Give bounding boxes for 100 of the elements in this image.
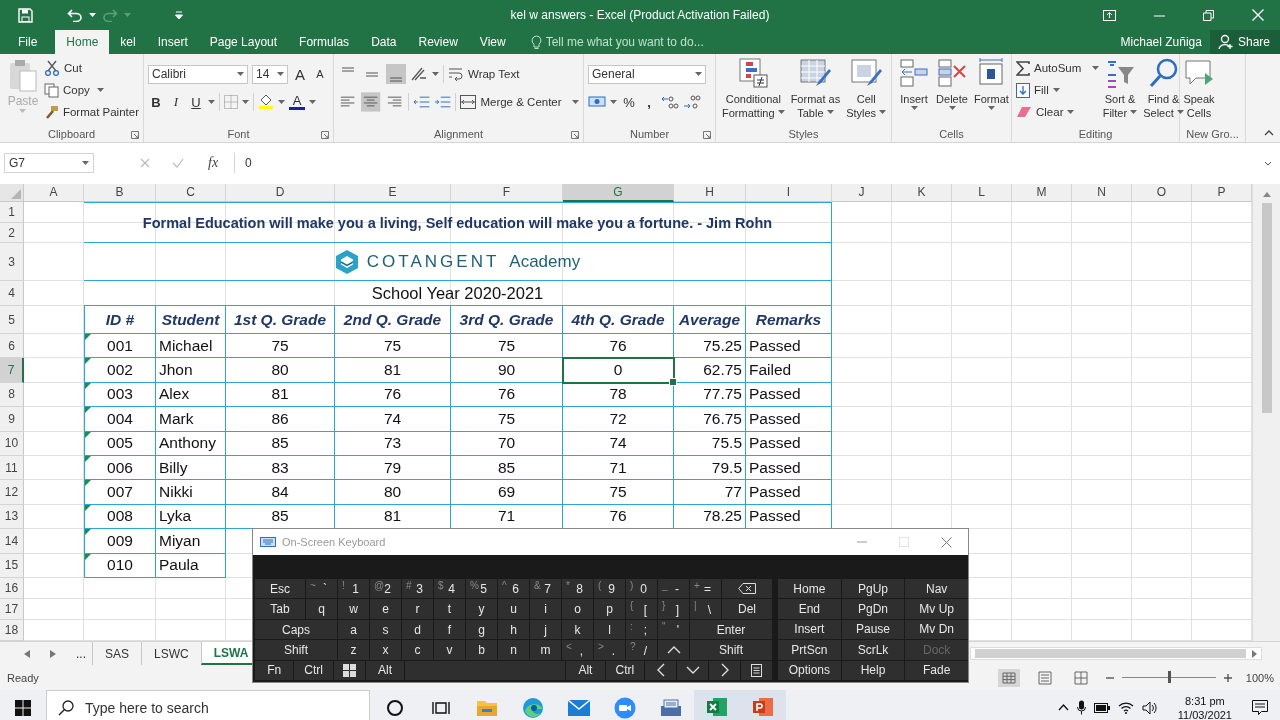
keyboard-key[interactable]: Alt	[365, 660, 405, 681]
ribbon-button[interactable]: Delete	[934, 57, 970, 126]
row-header[interactable]: 15	[0, 553, 24, 578]
keyboard-key[interactable]: _ -	[658, 579, 689, 599]
keyboard-key[interactable]: n	[498, 640, 529, 660]
column-header[interactable]: C	[156, 184, 226, 202]
column-header[interactable]: B	[84, 184, 156, 202]
keyboard-key[interactable]: * 8	[562, 579, 593, 599]
keyboard-key[interactable]: PrtScn	[778, 640, 841, 660]
keyboard-key[interactable]: t	[434, 599, 465, 619]
keyboard-key[interactable]: Esc	[255, 579, 305, 599]
row-header[interactable]: 5	[0, 306, 24, 334]
column-header[interactable]: I	[746, 184, 832, 202]
keyboard-key[interactable]: + =	[690, 579, 721, 599]
keyboard-key[interactable]: p	[594, 599, 625, 619]
row-header[interactable]: 18	[0, 619, 24, 641]
keyboard-key[interactable]: Help	[841, 660, 905, 680]
keyboard-key[interactable]: s	[370, 619, 401, 640]
clock-time[interactable]: 8:31 pm	[1185, 693, 1225, 708]
ribbon-button[interactable]: Insert	[896, 57, 932, 126]
column-header[interactable]: G	[563, 184, 674, 202]
column-header[interactable]: A	[24, 184, 84, 202]
keyboard-key[interactable]: u	[498, 599, 529, 619]
underline-button[interactable]: U	[188, 92, 204, 112]
ribbon-tab[interactable]: File	[0, 30, 56, 54]
clock-date[interactable]: 11/03/2021	[1177, 707, 1232, 720]
keyboard-key[interactable]: Options	[778, 660, 841, 680]
keyboard-key[interactable]: h	[498, 619, 529, 640]
ribbon-tab[interactable]: View	[468, 30, 517, 54]
keyboard-key[interactable]: ~ `	[306, 579, 337, 599]
keyboard-key[interactable]: w	[338, 599, 369, 619]
wrap-text-button[interactable]: Wrap Text	[448, 64, 520, 84]
keyboard-key[interactable]: Fade	[905, 660, 968, 680]
column-header[interactable]: H	[674, 184, 746, 202]
keyboard-key[interactable]: " '	[658, 619, 689, 640]
ribbon-tab[interactable]: Data	[360, 30, 408, 54]
keyboard-key[interactable]: j	[530, 619, 561, 640]
row-header[interactable]: 14	[0, 529, 24, 554]
keyboard-key[interactable]: c	[402, 640, 433, 660]
row-header[interactable]: 1	[0, 202, 24, 223]
keyboard-key[interactable]: Fn	[255, 660, 294, 681]
grow-font-button[interactable]: A	[292, 64, 308, 84]
ribbon-button[interactable]: Speak Cells	[1181, 57, 1217, 126]
keyboard-key[interactable]: %5	[466, 579, 497, 599]
tell-me-field[interactable]: Tell me what you want to do...	[545, 35, 736, 49]
keyboard-key[interactable]: Mv Dn	[905, 619, 968, 640]
row-header[interactable]: 3	[0, 243, 24, 281]
column-header[interactable]: J	[832, 184, 892, 202]
keyboard-key[interactable]: PgDn	[841, 599, 905, 619]
row-header[interactable]: 9	[0, 407, 24, 432]
ribbon-button[interactable]: Format as Table	[788, 57, 843, 126]
row-header[interactable]: 10	[0, 431, 24, 456]
keyboard-key[interactable]: PgUp	[841, 579, 905, 599]
zoom-level[interactable]: 100%	[1245, 671, 1274, 684]
keyboard-key[interactable]: Pause	[841, 619, 905, 640]
keyboard-key[interactable]: Caps	[255, 619, 337, 640]
column-header[interactable]: M	[1012, 184, 1072, 202]
keyboard-key[interactable]: ! 1	[338, 579, 369, 599]
keyboard-key[interactable]: g	[466, 619, 497, 640]
keyboard-key[interactable]: | \	[690, 599, 721, 619]
ribbon-tab[interactable]: Insert	[146, 30, 199, 54]
keyboard-key[interactable]: k	[562, 619, 593, 640]
column-header[interactable]: K	[892, 184, 952, 202]
shrink-font-button[interactable]: A	[312, 64, 328, 84]
row-header[interactable]: 8	[0, 382, 24, 408]
keyboard-key[interactable]: v	[434, 640, 465, 660]
keyboard-key[interactable]: i	[530, 599, 561, 619]
bold-button[interactable]: B	[148, 92, 164, 112]
keyboard-key[interactable]: Ctrl	[605, 660, 645, 681]
keyboard-key[interactable]: q	[306, 599, 337, 619]
clear-button[interactable]: Clear	[1016, 102, 1099, 122]
ribbon-tab[interactable]: Page Layout	[198, 30, 289, 54]
keyboard-key[interactable]: l	[594, 619, 625, 640]
column-header[interactable]: F	[451, 184, 563, 202]
keyboard-key[interactable]: Enter	[690, 619, 772, 640]
keyboard-key[interactable]: & 7	[530, 579, 561, 599]
keyboard-key[interactable]: m	[530, 640, 561, 660]
merge-center-button[interactable]: Merge & Center	[460, 92, 579, 112]
percent-button[interactable]: %	[621, 92, 637, 112]
more-sheets-button[interactable]: ...	[70, 642, 92, 665]
keyboard-key[interactable]: Home	[778, 579, 841, 599]
keyboard-key[interactable]: } ]	[658, 599, 689, 619]
ribbon-tab[interactable]: kel	[109, 30, 147, 54]
name-box[interactable]: G7	[4, 153, 94, 173]
keyboard-key[interactable]: Tab	[255, 599, 305, 619]
ribbon-tab[interactable]: Review	[407, 30, 469, 54]
keyboard-key[interactable]: y	[466, 599, 497, 619]
column-header[interactable]: D	[226, 184, 335, 202]
column-header[interactable]: N	[1072, 184, 1132, 202]
keyboard-key[interactable]: End	[778, 599, 841, 619]
keyboard-key[interactable]: b	[466, 640, 497, 660]
keyboard-key[interactable]: { [	[626, 599, 657, 619]
ribbon-button[interactable]: Format	[972, 57, 1011, 126]
column-header[interactable]: E	[335, 184, 451, 202]
ribbon-button[interactable]: Sort & Filter	[1100, 57, 1140, 126]
row-header[interactable]: 12	[0, 480, 24, 505]
keyboard-key[interactable]: ( 9	[594, 579, 625, 599]
cut-button[interactable]: Cut	[43, 58, 139, 78]
italic-button[interactable]: I	[168, 92, 184, 112]
keyboard-key[interactable]: ? /	[626, 640, 657, 660]
